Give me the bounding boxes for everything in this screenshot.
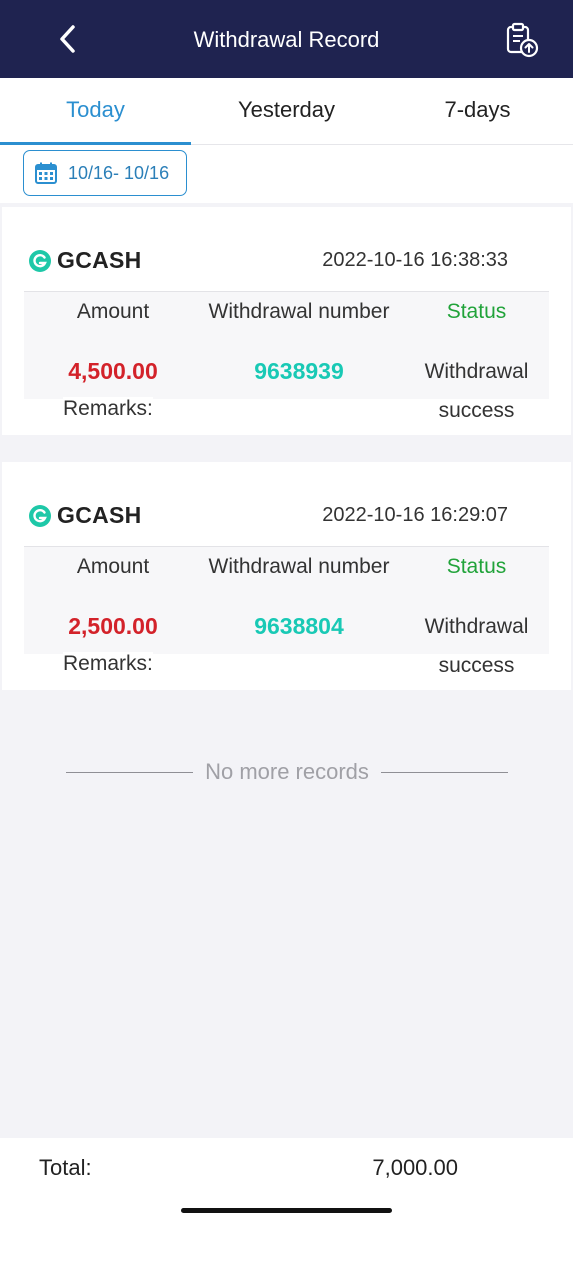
record-datetime: 2022-10-16 16:29:07 bbox=[322, 504, 508, 526]
calendar-icon bbox=[35, 162, 57, 184]
status-value: Withdrawal success bbox=[404, 607, 549, 685]
tab-7-days[interactable]: 7-days bbox=[382, 78, 573, 144]
record-datetime: 2022-10-16 16:38:33 bbox=[322, 249, 508, 271]
record-details: Amount 4,500.00 Withdrawal number 963893… bbox=[24, 291, 549, 422]
status-line-2: success bbox=[438, 399, 515, 422]
home-indicator[interactable] bbox=[181, 1208, 392, 1213]
status-header: Status bbox=[446, 555, 507, 578]
withdrawal-number-value: 9638804 bbox=[254, 613, 344, 639]
status-line-2: success bbox=[438, 654, 515, 677]
end-of-list-divider: No more records bbox=[66, 755, 508, 789]
tab-yesterday[interactable]: Yesterday bbox=[191, 78, 382, 144]
withdrawal-record-card[interactable]: GCASH 2022-10-16 16:29:07 Amount 2,500.0… bbox=[2, 462, 571, 690]
date-range-text: 10/16- 10/16 bbox=[68, 162, 170, 183]
back-button[interactable] bbox=[48, 19, 88, 59]
payment-method: GCASH bbox=[28, 247, 142, 274]
record-header: GCASH 2022-10-16 16:38:33 bbox=[28, 241, 548, 281]
no-more-records-text: No more records bbox=[205, 759, 369, 784]
amount-header: Amount bbox=[76, 300, 150, 323]
total-value: 7,000.00 bbox=[372, 1155, 458, 1180]
status-value: Withdrawal success bbox=[404, 352, 549, 430]
date-range-picker[interactable]: 10/16- 10/16 bbox=[23, 150, 187, 196]
withdrawal-number-value: 9638939 bbox=[254, 358, 344, 384]
date-filter-bar: 10/16- 10/16 bbox=[0, 145, 573, 203]
withdrawal-number-header: Withdrawal number bbox=[208, 300, 390, 323]
gcash-logo-icon bbox=[29, 249, 51, 272]
amount-value: 4,500.00 bbox=[68, 358, 158, 384]
gcash-logo-icon bbox=[29, 504, 51, 527]
total-label: Total: bbox=[39, 1155, 92, 1180]
total-footer: Total: 7,000.00 bbox=[0, 1138, 573, 1280]
app-header: Withdrawal Record bbox=[0, 0, 573, 78]
payment-method-name: GCASH bbox=[57, 502, 142, 528]
status-header: Status bbox=[446, 300, 507, 323]
record-header: GCASH 2022-10-16 16:29:07 bbox=[28, 496, 548, 536]
divider-line-left bbox=[66, 771, 194, 773]
remarks-label: Remarks: bbox=[63, 652, 153, 676]
remarks-label: Remarks: bbox=[63, 397, 153, 421]
status-line-1: Withdrawal bbox=[424, 360, 529, 383]
payment-method-name: GCASH bbox=[57, 247, 142, 273]
tab-today[interactable]: Today bbox=[0, 78, 191, 145]
export-record-button[interactable] bbox=[500, 18, 544, 62]
clipboard-upload-icon bbox=[506, 22, 539, 58]
chevron-left-icon bbox=[60, 25, 75, 53]
period-tabs: Today Yesterday 7-days bbox=[0, 78, 573, 145]
payment-method: GCASH bbox=[28, 502, 142, 529]
record-details: Amount 2,500.00 Withdrawal number 963880… bbox=[24, 546, 549, 677]
amount-value: 2,500.00 bbox=[68, 613, 158, 639]
status-line-1: Withdrawal bbox=[424, 615, 529, 638]
amount-header: Amount bbox=[76, 555, 150, 578]
divider-line-right bbox=[380, 771, 508, 773]
withdrawal-number-header: Withdrawal number bbox=[208, 555, 390, 578]
withdrawal-record-card[interactable]: GCASH 2022-10-16 16:38:33 Amount 4,500.0… bbox=[2, 207, 571, 435]
